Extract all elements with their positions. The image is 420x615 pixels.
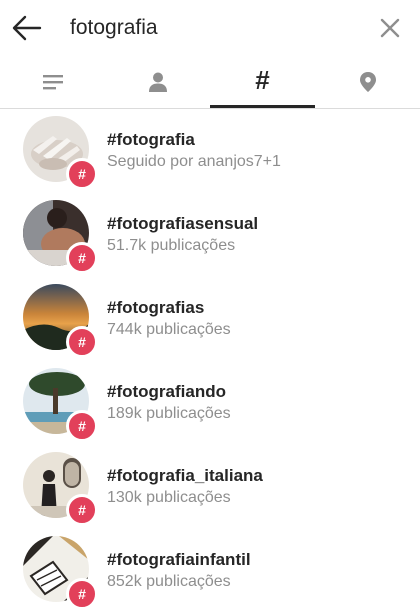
hashtag-subtitle: Seguido por ananjos7+1	[107, 153, 281, 170]
hashtag-name: #fotografia	[107, 130, 195, 149]
list-item[interactable]: # #fotografias 744k publicações	[0, 276, 420, 360]
list-item[interactable]: # #fotografiando 189k publicações	[0, 360, 420, 444]
hashtag-name: #fotografiando	[107, 382, 226, 401]
hashtag-badge-icon: #	[66, 410, 98, 442]
hashtag-subtitle: 744k publicações	[107, 321, 231, 338]
clear-search-icon[interactable]	[376, 14, 404, 42]
hashtag-badge-icon: #	[66, 242, 98, 274]
search-input[interactable]: fotografia	[70, 16, 158, 40]
hashtag-name: #fotografias	[107, 298, 205, 317]
hashtag-name: #fotografiainfantil	[107, 550, 251, 569]
list-item[interactable]: # #fotografiainfantil 852k publicações	[0, 528, 420, 612]
person-icon	[148, 72, 167, 92]
list-item[interactable]: # #fotografia Seguido por ananjos7+1	[0, 108, 420, 192]
back-arrow-icon[interactable]	[10, 12, 44, 44]
hashtag-badge-icon: #	[66, 158, 98, 190]
tab-hashtags[interactable]: #	[210, 56, 315, 108]
hashtag-badge-icon: #	[66, 494, 98, 526]
tab-accounts[interactable]	[105, 56, 210, 108]
hashtag-badge-icon: #	[66, 326, 98, 358]
hashtag-subtitle: 51.7k publicações	[107, 237, 236, 254]
tab-top[interactable]	[0, 56, 105, 108]
hashtag-badge-icon: #	[66, 578, 98, 610]
hashtag-subtitle: 130k publicações	[107, 489, 231, 506]
list-item[interactable]: # #fotografia_italiana 130k publicações	[0, 444, 420, 528]
search-bar: fotografia	[0, 0, 420, 56]
top-icon	[42, 75, 63, 90]
hashtag-name: #fotografia_italiana	[107, 466, 263, 485]
hashtag-name: #fotografiasensual	[107, 214, 259, 233]
search-tabs: #	[0, 56, 420, 109]
tab-places[interactable]	[315, 56, 420, 108]
hashtag-subtitle: 852k publicações	[107, 573, 231, 590]
location-pin-icon	[359, 72, 376, 92]
list-item[interactable]: # #fotografiasensual 51.7k publicações	[0, 192, 420, 276]
hashtag-subtitle: 189k publicações	[107, 405, 231, 422]
hashtag-icon: #	[255, 65, 270, 95]
